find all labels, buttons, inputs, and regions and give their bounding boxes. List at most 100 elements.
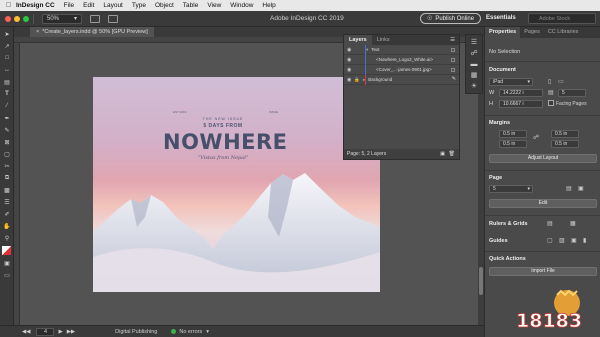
visibility-eye-icon[interactable]: ◉ <box>347 57 354 63</box>
gap-tool-icon[interactable]: ↔ <box>2 66 12 74</box>
note-tool-icon[interactable]: ☰ <box>2 198 12 206</box>
selection-square[interactable] <box>451 68 455 72</box>
smart-guides-icon[interactable]: ▨ <box>559 237 565 244</box>
fill-stroke-icon[interactable] <box>2 246 11 255</box>
menu-edit[interactable]: Edit <box>83 2 94 9</box>
workspace-switcher[interactable]: Essentials <box>486 15 516 21</box>
zoom-window-button[interactable] <box>23 15 29 22</box>
layer-object-name[interactable]: <Nowhere_Logo2_White.ai> <box>376 57 433 62</box>
next-page-icon[interactable]: ▶ <box>58 329 62 335</box>
hand-tool-icon[interactable]: ✋ <box>2 222 12 230</box>
import-file-button[interactable]: Import File <box>489 267 597 276</box>
page-number-field[interactable]: 4 <box>36 327 55 336</box>
publish-online-button[interactable]: ☉ Publish Online <box>420 13 482 24</box>
tab-pages[interactable]: Pages <box>520 27 544 38</box>
zoom-tool-icon[interactable]: ⚲ <box>2 234 12 242</box>
new-layer-icon[interactable]: ▣ <box>440 149 445 159</box>
layer-row-text[interactable]: ◉ ▾ Text <box>344 45 459 55</box>
lock-guides-icon[interactable]: ▣ <box>571 237 577 244</box>
chevron-down-icon[interactable]: ▾ <box>206 329 209 335</box>
menu-view[interactable]: View <box>207 2 221 9</box>
screen-mode-tool-icon[interactable]: ▭ <box>2 271 12 279</box>
layer-row-logo[interactable]: ◉ <Nowhere_Logo2_White.ai> <box>344 55 459 65</box>
edit-page-button[interactable]: Edit <box>489 199 597 208</box>
visibility-eye-icon[interactable]: ◉ <box>347 77 354 83</box>
scissors-tool-icon[interactable]: ✂ <box>2 162 12 170</box>
tab-links[interactable]: Links <box>372 35 395 45</box>
layer-object-name[interactable]: <Cover_...-james-0901.jpg> <box>376 67 432 72</box>
menu-type[interactable]: Type <box>132 2 146 9</box>
selection-square[interactable] <box>451 58 455 62</box>
tab-close-icon[interactable]: × <box>36 29 39 35</box>
line-tool-icon[interactable]: ⁄ <box>2 102 12 110</box>
first-page-icon[interactable]: ◀◀ <box>22 329 30 335</box>
cover-page[interactable]: THE NEW ISSUE 5 DAYS FROM NOWHERE “Vista… <box>93 77 380 292</box>
minimize-window-button[interactable] <box>14 15 20 22</box>
adobe-stock-search-input[interactable]: Adobe Stock <box>528 13 596 24</box>
document-tab[interactable]: × *Create_layers.indd @ 50% [GPU Preview] <box>30 27 154 37</box>
links-chain-icon[interactable]: ☍ <box>469 49 479 57</box>
margin-top-field[interactable]: 0.5 in <box>499 130 527 138</box>
apple-icon[interactable]:  <box>6 2 16 9</box>
height-field[interactable]: 10.6667 i <box>499 100 543 108</box>
view-options-icon[interactable] <box>90 14 100 23</box>
page-options-icon[interactable]: ▤ <box>566 185 572 192</box>
layer-name[interactable]: Text <box>371 47 379 52</box>
snap-guides-icon[interactable]: ▮ <box>583 237 586 244</box>
screen-mode-icon[interactable] <box>108 14 118 23</box>
layer-row-cover[interactable]: ◉ <Cover_...-james-0901.jpg> <box>344 65 459 75</box>
preflight-errors[interactable]: No errors <box>179 329 202 335</box>
preflight-profile[interactable]: Digital Publishing <box>115 329 157 335</box>
layers-stack-icon[interactable]: ☰ <box>469 38 479 46</box>
close-window-button[interactable] <box>5 15 11 22</box>
tab-properties[interactable]: Properties <box>485 27 521 38</box>
nowhere-logo[interactable]: THE NEW ISSUE 5 DAYS FROM NOWHERE “Vista… <box>163 117 287 161</box>
adjust-layout-button[interactable]: Adjust Layout <box>489 154 597 163</box>
pages-count-field[interactable]: 5 <box>558 89 586 97</box>
visibility-eye-icon[interactable]: ◉ <box>347 67 354 73</box>
free-transform-tool-icon[interactable]: ⧉ <box>2 174 12 182</box>
swatches-icon[interactable]: ▦ <box>469 71 479 79</box>
facing-pages-checkbox[interactable] <box>548 100 554 106</box>
stroke-icon[interactable]: ▬ <box>469 60 479 68</box>
width-field[interactable]: 14.2222 i <box>499 89 543 97</box>
zoom-level-select[interactable]: 50% ▾ <box>42 13 82 24</box>
app-menu[interactable]: InDesign CC <box>16 2 55 9</box>
layer-name[interactable]: Background <box>368 77 392 82</box>
page-tool-icon[interactable]: □ <box>2 54 12 62</box>
margin-left-field[interactable]: 0.5 in <box>551 130 579 138</box>
menu-file[interactable]: File <box>64 2 74 9</box>
tab-cc-libraries[interactable]: CC Libraries <box>544 27 583 38</box>
trash-icon[interactable]: 🗑 <box>449 149 455 159</box>
link-margins-icon[interactable]: ☍ <box>533 134 539 141</box>
formatting-icon[interactable]: ▣ <box>2 259 12 267</box>
direct-selection-tool-icon[interactable]: ↗ <box>2 42 12 50</box>
cc-libraries-icon[interactable]: ☀ <box>469 82 479 90</box>
eyedropper-tool-icon[interactable]: ✐ <box>2 210 12 218</box>
panel-menu-icon[interactable]: ☰ <box>450 35 459 45</box>
layer-row-background[interactable]: ◉ 🔒 ▸ Background ✎ <box>344 75 459 85</box>
selection-square[interactable] <box>451 48 455 52</box>
landscape-orientation-icon[interactable]: ▭ <box>558 78 564 85</box>
pencil-tool-icon[interactable]: ✎ <box>2 126 12 134</box>
content-collector-icon[interactable]: ▤ <box>2 78 12 86</box>
gradient-tool-icon[interactable]: ▩ <box>2 186 12 194</box>
selection-tool-icon[interactable]: ➤ <box>2 30 12 38</box>
page-transform-icon[interactable]: ▣ <box>578 185 584 192</box>
ruler-icon[interactable]: ▤ <box>547 220 553 227</box>
menu-object[interactable]: Object <box>155 2 174 9</box>
rectangle-tool-icon[interactable]: ▢ <box>2 150 12 158</box>
margin-right-field[interactable]: 0.5 in <box>551 140 579 148</box>
type-tool-icon[interactable]: T <box>2 90 12 98</box>
margin-bottom-field[interactable]: 0.5 in <box>499 140 527 148</box>
last-page-icon[interactable]: ▶▶ <box>67 329 75 335</box>
grid-icon[interactable]: ▦ <box>570 220 576 227</box>
tab-layers[interactable]: Layers <box>344 35 372 45</box>
expand-chevron-icon[interactable]: ▾ <box>366 47 368 53</box>
menu-layout[interactable]: Layout <box>103 2 123 9</box>
portrait-orientation-icon[interactable]: ▯ <box>548 78 551 85</box>
menu-window[interactable]: Window <box>230 2 253 9</box>
rectangle-frame-tool-icon[interactable]: ⊠ <box>2 138 12 146</box>
pen-tool-icon[interactable]: ✒ <box>2 114 12 122</box>
lock-icon[interactable]: 🔒 <box>354 77 360 83</box>
